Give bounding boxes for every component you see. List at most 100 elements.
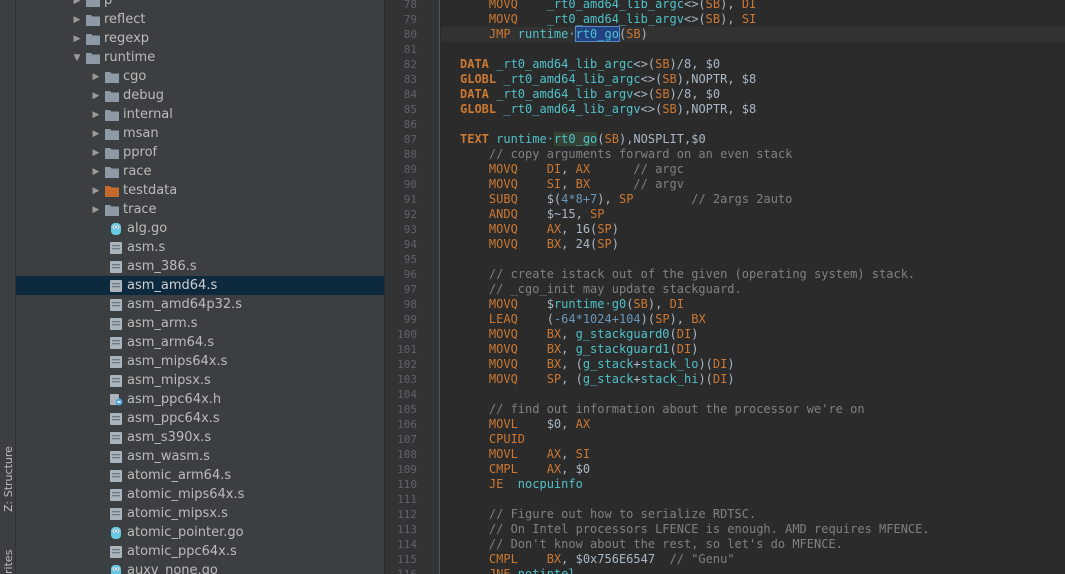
tree-item[interactable]: ▶ reflect xyxy=(16,10,384,29)
line-number: 101 xyxy=(397,343,417,356)
chevron-right-icon[interactable]: ▶ xyxy=(90,110,102,120)
tree-item[interactable]: atomic_mips64x.s xyxy=(16,485,384,504)
code-editor[interactable]: MOVQ _rt0_amd64_lib_argc<>(SB), DI MOVQ … xyxy=(441,0,1065,574)
code-line[interactable]: MOVQ DI, AX // argc xyxy=(441,162,1065,177)
code-line[interactable]: MOVQ SP, (g_stack+stack_hi)(DI) xyxy=(441,372,1065,387)
code-line[interactable]: CMPL AX, $0 xyxy=(441,462,1065,477)
code-line[interactable]: DATA _rt0_amd64_lib_argv<>(SB)/8, $0 xyxy=(441,87,1065,102)
code-line[interactable]: // find out information about the proces… xyxy=(441,402,1065,417)
tree-item[interactable]: asm_ppc64x.h xyxy=(16,390,384,409)
code-line[interactable]: MOVQ BX, g_stackguard1(DI) xyxy=(441,342,1065,357)
code-line[interactable]: JE nocpuinfo xyxy=(441,477,1065,492)
code-line[interactable] xyxy=(441,42,1065,57)
tree-item[interactable]: asm_ppc64x.s xyxy=(16,409,384,428)
chevron-right-icon[interactable]: ▶ xyxy=(90,148,102,158)
code-line[interactable]: LEAQ (-64*1024+104)(SP), BX xyxy=(441,312,1065,327)
code-token: SUBQ xyxy=(460,192,547,206)
tree-item[interactable]: asm_arm.s xyxy=(16,314,384,333)
chevron-down-icon[interactable]: ▼ xyxy=(71,53,83,63)
tree-item[interactable]: asm.s xyxy=(16,238,384,257)
code-token: LEAQ xyxy=(460,312,547,326)
tree-item[interactable]: atomic_ppc64x.s xyxy=(16,542,384,561)
code-line[interactable]: MOVQ AX, 16(SP) xyxy=(441,222,1065,237)
code-line[interactable]: MOVQ BX, g_stackguard0(DI) xyxy=(441,327,1065,342)
code-line[interactable] xyxy=(441,252,1065,267)
code-line[interactable]: ANDQ $~15, SP xyxy=(441,207,1065,222)
tree-item[interactable]: ▶ cgo xyxy=(16,67,384,86)
code-line[interactable]: TEXT runtime·rt0_go(SB),NOSPLIT,$0 xyxy=(441,132,1065,147)
line-number: 106 xyxy=(397,418,417,431)
tree-item[interactable]: atomic_mipsx.s xyxy=(16,504,384,523)
line-number: 94 xyxy=(403,238,417,251)
code-line[interactable]: MOVL $0, AX xyxy=(441,417,1065,432)
code-token: DI xyxy=(546,162,562,176)
chevron-right-icon[interactable]: ▶ xyxy=(90,205,102,215)
tree-item[interactable]: asm_amd64p32.s xyxy=(16,295,384,314)
code-line[interactable] xyxy=(441,492,1065,507)
code-line[interactable]: MOVQ BX, 24(SP) xyxy=(441,237,1065,252)
tree-item[interactable]: ▶ race xyxy=(16,162,384,181)
code-line[interactable]: MOVQ BX, (g_stack+stack_lo)(DI) xyxy=(441,357,1065,372)
code-line[interactable]: JMP runtime·rt0_go(SB) xyxy=(441,26,1065,42)
tree-item[interactable]: alg.go xyxy=(16,219,384,238)
chevron-right-icon[interactable]: ▶ xyxy=(90,72,102,82)
code-line[interactable]: CMPL BX, $0x756E6547 // "Genu" xyxy=(441,552,1065,567)
chevron-right-icon[interactable]: ▶ xyxy=(90,129,102,139)
chevron-right-icon[interactable]: ▶ xyxy=(90,91,102,101)
code-line[interactable] xyxy=(441,117,1065,132)
tree-item[interactable]: asm_amd64.s xyxy=(16,276,384,295)
tree-item[interactable]: ▶ trace xyxy=(16,200,384,219)
code-line[interactable]: GLOBL _rt0_amd64_lib_argv<>(SB),NOPTR, $… xyxy=(441,102,1065,117)
tree-item[interactable]: ▶ regexp xyxy=(16,29,384,48)
chevron-right-icon[interactable]: ▶ xyxy=(71,0,83,6)
tree-item[interactable]: ▶ internal xyxy=(16,105,384,124)
code-line[interactable]: // Figure out how to serialize RDTSC. xyxy=(441,507,1065,522)
code-line[interactable]: GLOBL _rt0_amd64_lib_argc<>(SB),NOPTR, $… xyxy=(441,72,1065,87)
chevron-right-icon[interactable]: ▶ xyxy=(71,34,83,44)
code-line[interactable]: MOVQ $runtime·g0(SB), DI xyxy=(441,297,1065,312)
assembly-file-icon xyxy=(109,412,123,425)
line-number: 83 xyxy=(403,73,417,86)
code-token: MOVL xyxy=(460,447,547,461)
assembly-file-icon xyxy=(109,450,123,463)
tree-item[interactable]: ▶ msan xyxy=(16,124,384,143)
tree-item[interactable]: asm_arm64.s xyxy=(16,333,384,352)
chevron-right-icon[interactable]: ▶ xyxy=(71,15,83,25)
code-line[interactable]: // copy arguments forward on an even sta… xyxy=(441,147,1065,162)
tree-item[interactable]: asm_wasm.s xyxy=(16,447,384,466)
code-line[interactable]: MOVQ _rt0_amd64_lib_argc<>(SB), DI xyxy=(441,0,1065,12)
line-number: 108 xyxy=(397,448,417,461)
code-token: ) xyxy=(611,222,619,236)
code-line[interactable]: MOVQ _rt0_amd64_lib_argv<>(SB), SI xyxy=(441,12,1065,27)
tree-item[interactable]: asm_s390x.s xyxy=(16,428,384,447)
tree-item[interactable]: atomic_pointer.go xyxy=(16,523,384,542)
tree-item[interactable]: atomic_arm64.s xyxy=(16,466,384,485)
code-token: BX xyxy=(546,357,562,371)
tree-item[interactable]: ▶ p xyxy=(16,0,384,10)
tree-item[interactable]: ▶ pprof xyxy=(16,143,384,162)
code-line[interactable]: // create istack out of the given (opera… xyxy=(441,267,1065,282)
code-token: // argc xyxy=(590,162,684,176)
code-line[interactable]: MOVL AX, SI xyxy=(441,447,1065,462)
code-line[interactable] xyxy=(441,387,1065,402)
code-line[interactable]: DATA _rt0_amd64_lib_argc<>(SB)/8, $0 xyxy=(441,57,1065,72)
chevron-right-icon[interactable]: ▶ xyxy=(90,167,102,177)
tree-item-label: internal xyxy=(123,107,173,122)
tree-item[interactable]: ▶ debug xyxy=(16,86,384,105)
tree-item[interactable]: ▼ runtime xyxy=(16,48,384,67)
code-line[interactable]: // On Intel processors LFENCE is enough.… xyxy=(441,522,1065,537)
code-line[interactable]: MOVQ SI, BX // argv xyxy=(441,177,1065,192)
code-line[interactable]: CPUID xyxy=(441,432,1065,447)
tree-item[interactable]: asm_mips64x.s xyxy=(16,352,384,371)
code-line[interactable]: // Don't know about the rest, so let's d… xyxy=(441,537,1065,552)
tree-item[interactable]: ▶ testdata xyxy=(16,181,384,200)
tree-item[interactable]: asm_386.s xyxy=(16,257,384,276)
tree-item[interactable]: auxv_none.go xyxy=(16,561,384,574)
code-line[interactable]: // _cgo_init may update stackguard. xyxy=(441,282,1065,297)
chevron-right-icon[interactable]: ▶ xyxy=(90,186,102,196)
code-line[interactable]: SUBQ $(4*8+7), SP // 2args 2auto xyxy=(441,192,1065,207)
tree-item[interactable]: asm_mipsx.s xyxy=(16,371,384,390)
code-token: MOVQ xyxy=(460,0,547,11)
code-line[interactable]: JNE notintel xyxy=(441,567,1065,574)
line-number: 104 xyxy=(397,388,417,401)
